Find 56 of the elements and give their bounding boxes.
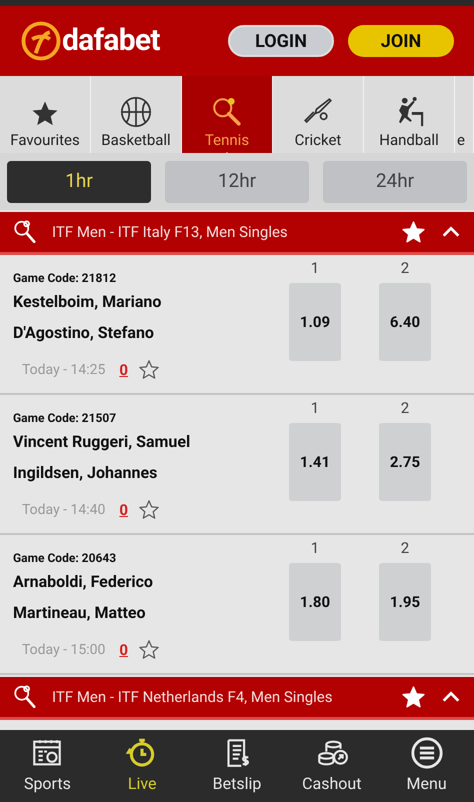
bottom-nav-item[interactable]: Menu — [379, 730, 474, 802]
odds-button[interactable]: 6.40 — [379, 283, 431, 361]
time-filter-tab[interactable]: 1hr — [7, 160, 151, 202]
player-name: Ingildsen, Johannes — [13, 462, 158, 484]
odds-button[interactable]: 2.75 — [379, 423, 431, 501]
bottom-nav-item[interactable]: Sports — [0, 730, 95, 802]
outcome-label: 1 — [310, 541, 320, 556]
bottom-nav-item[interactable]: Live — [94, 730, 190, 802]
match-time: Today - 14:25 — [22, 360, 106, 380]
favourite-star-icon[interactable] — [401, 220, 426, 244]
league-title: ITF Men - ITF Netherlands F4, Men Singles — [52, 686, 333, 708]
game-code: Game Code: 21507 — [13, 410, 118, 427]
time-filter-tab[interactable]: 24hr — [323, 160, 467, 202]
sport-tab[interactable]: e — [455, 76, 474, 153]
outcome-label: 2 — [400, 401, 410, 416]
favourite-star-icon[interactable] — [138, 639, 160, 662]
player-name: D'Agostino, Stefano — [13, 322, 155, 344]
bet-count-link[interactable]: 0 — [119, 639, 128, 662]
match-time: Today - 15:00 — [22, 640, 106, 660]
favourite-star-icon[interactable] — [138, 499, 160, 522]
player-name: Martineau, Matteo — [13, 602, 147, 624]
odds-button[interactable]: 1.95 — [379, 563, 431, 641]
sport-tab[interactable]: Basketball — [91, 76, 182, 153]
racket-icon — [12, 219, 38, 245]
league-title: ITF Men - ITF Italy F13, Men Singles — [52, 222, 288, 243]
outcome-label: 2 — [400, 261, 410, 276]
bottom-nav-item[interactable]: Cashout — [284, 730, 380, 802]
game-code: Game Code: 21812 — [13, 270, 118, 287]
time-filter-tab[interactable]: 12hr — [165, 160, 309, 202]
bet-count-link[interactable]: 0 — [119, 499, 128, 522]
outcome-label: 1 — [310, 261, 320, 276]
game-code: Game Code: 20643 — [13, 550, 118, 567]
favourite-star-icon[interactable] — [138, 359, 160, 382]
player-name: Vincent Ruggeri, Samuel — [13, 431, 192, 453]
bottom-nav-item[interactable]: Betslip — [190, 730, 284, 802]
bet-count-link[interactable]: 0 — [119, 359, 128, 382]
join-button[interactable]: JOIN — [348, 25, 454, 57]
odds-button[interactable]: 1.41 — [289, 423, 341, 501]
sport-tab[interactable]: Tennis — [182, 76, 273, 153]
player-name: Kestelboim, Mariano — [13, 291, 162, 313]
login-button[interactable]: LOGIN — [228, 25, 334, 57]
sport-tab[interactable]: Favourites — [0, 76, 91, 153]
odds-button[interactable]: 1.80 — [289, 563, 341, 641]
match-time: Today - 14:40 — [22, 500, 106, 520]
logo-icon — [20, 20, 62, 62]
favourite-star-icon[interactable] — [401, 684, 426, 710]
sport-tab[interactable]: Handball — [364, 76, 455, 153]
sport-tab[interactable]: Cricket — [273, 76, 364, 153]
basketball-icon — [119, 95, 153, 129]
odds-button[interactable]: 1.09 — [289, 283, 341, 361]
outcome-label: 2 — [400, 541, 410, 556]
player-name: Arnaboldi, Federico — [13, 571, 154, 593]
logo-wordmark: dafabet — [62, 26, 160, 56]
racket-icon — [12, 684, 38, 710]
menu-icon — [410, 736, 444, 770]
outcome-label: 1 — [310, 401, 320, 416]
